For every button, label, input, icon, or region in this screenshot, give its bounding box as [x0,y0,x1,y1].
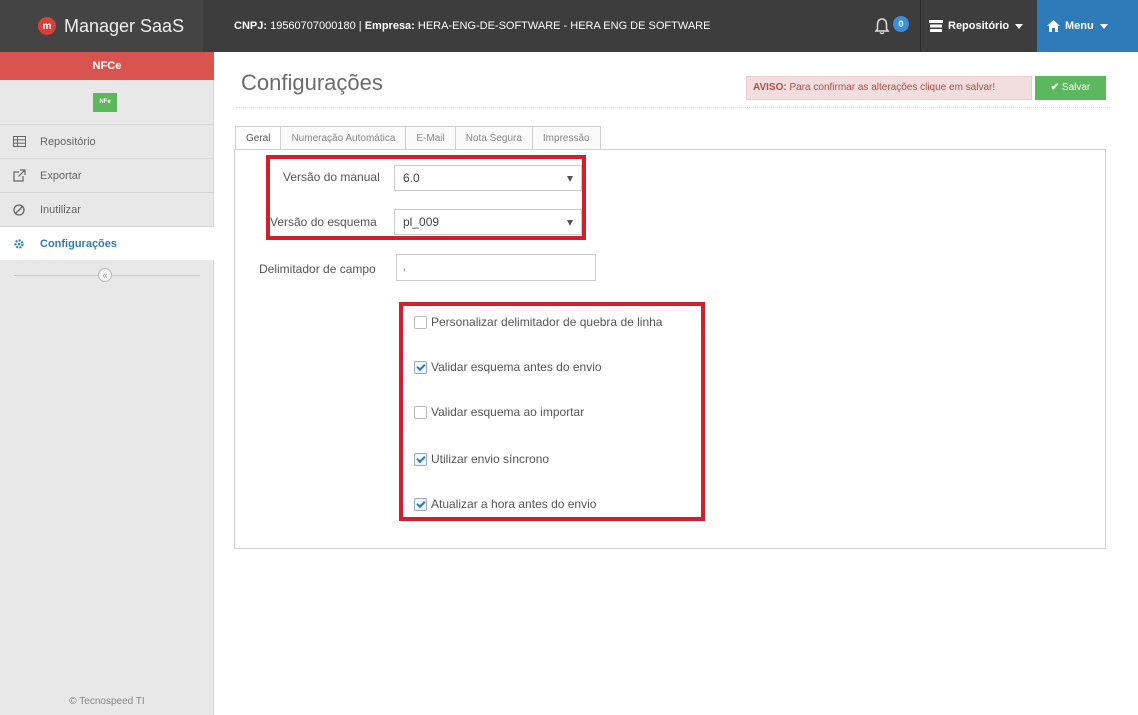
page-title: Configurações [241,70,383,95]
empresa-value: HERA-ENG-DE-SOFTWARE - HERA ENG DE SOFTW… [417,20,711,32]
company-info: CNPJ: 19560707000180 | Empresa: HERA-ENG… [234,20,710,32]
tab-email[interactable]: E-Mail [405,126,456,150]
brand-name: Manager SaaS [64,15,185,36]
external-link-icon [12,169,26,183]
tab-bar: Geral Numeração Automática E-Mail Nota S… [235,126,601,151]
grid-icon [12,135,26,149]
chevron-down-icon [1099,23,1108,29]
menu-label: Menu [1065,20,1094,32]
nfce-module-button[interactable]: NFCe [0,52,214,80]
repositorio-dropdown[interactable]: Repositório [920,0,1035,52]
top-bar: m Manager SaaS CNPJ: 19560707000180 | Em… [0,0,1138,52]
sidebar-item-repositorio[interactable]: Repositório [0,124,214,158]
archive-icon [929,20,943,32]
tab-numeracao-automatica[interactable]: Numeração Automática [280,126,407,150]
sidebar-item-label: Inutilizar [40,203,81,216]
highlight-box [266,155,586,240]
save-label: Salvar [1061,82,1091,93]
ban-icon [12,203,26,217]
delimitador-input[interactable]: , [396,254,596,281]
menu-dropdown[interactable]: Menu [1037,0,1138,52]
notification-badge[interactable]: 0 [893,16,909,32]
tab-impressao[interactable]: Impressão [531,126,601,150]
sidebar-item-exportar[interactable]: Exportar [0,158,214,192]
sidebar: NFCe NFe Repositório Exportar Inutilizar… [0,52,214,715]
cnpj-value: 19560707000180 | [270,20,362,32]
bell-icon[interactable] [874,17,890,35]
sidebar-item-inutilizar[interactable]: Inutilizar [0,192,214,226]
brand[interactable]: m Manager SaaS [0,0,203,52]
nfe-module-button[interactable]: NFe [93,93,117,112]
delimitador-label: Delimitador de campo [259,262,376,276]
sidebar-item-label: Exportar [40,169,82,182]
copyright: © Tecnospeed TI [69,696,145,707]
collapse-sidebar-button[interactable]: « [98,268,112,282]
gear-icon [12,237,26,251]
brand-logo: m [38,17,56,35]
warning-text: Para confirmar as alterações clique em s… [789,82,996,93]
empresa-label: Empresa: [364,20,415,32]
sidebar-item-label: Configurações [40,237,118,250]
warning-notice: AVISO: Para confirmar as alterações cliq… [746,76,1032,100]
highlight-box [399,302,705,521]
sidebar-item-label: Repositório [40,135,96,148]
warning-label: AVISO: [753,82,787,93]
tab-nota-segura[interactable]: Nota Segura [454,126,533,150]
sidebar-item-configuracoes[interactable]: Configurações [0,226,214,260]
cnpj-label: CNPJ: [234,20,268,32]
repositorio-label: Repositório [948,20,1010,32]
check-icon: ✔ [1050,82,1060,93]
chevron-down-icon [1015,23,1024,29]
title-divider [236,107,1108,108]
home-icon [1047,20,1060,32]
save-button[interactable]: ✔ Salvar [1035,76,1106,100]
tab-geral[interactable]: Geral [235,126,282,151]
